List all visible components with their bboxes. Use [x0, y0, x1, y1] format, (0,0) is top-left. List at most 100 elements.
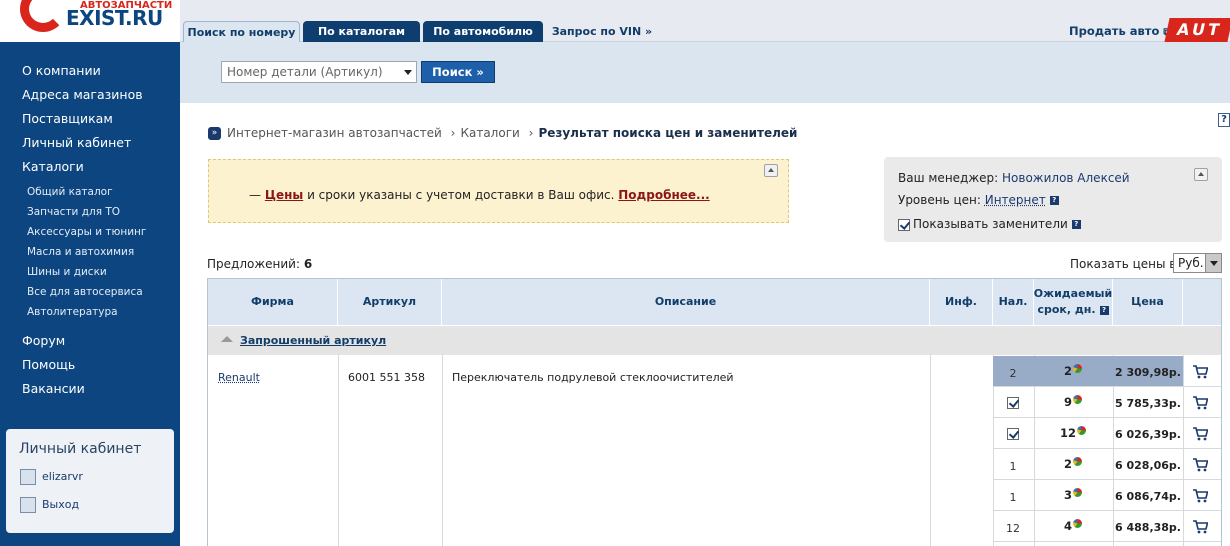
show-substitutes-label: Показывать заменители — [913, 217, 1068, 231]
breadcrumb-separator: › — [450, 126, 456, 140]
add-to-cart-icon[interactable] — [1192, 489, 1208, 503]
offer-price: 2 309,98р. — [1115, 366, 1181, 379]
requested-article-label[interactable]: Запрошенный артикул — [240, 334, 386, 347]
offer-price: 6 086,74р. — [1115, 490, 1181, 503]
column-header-firm: Фирма — [208, 279, 338, 325]
offer-availability: 1 — [1009, 460, 1017, 473]
tab-by-car[interactable]: По автомобилю — [423, 21, 543, 42]
column-divider — [442, 355, 443, 546]
column-divider — [930, 355, 931, 546]
add-to-cart-icon[interactable] — [1192, 520, 1208, 534]
sell-car-label: Продать авто — [1069, 24, 1160, 38]
top-navigation: Поиск по номеру По каталогам По автомоби… — [180, 0, 1230, 42]
price-level-link[interactable]: Интернет — [985, 193, 1046, 207]
currency-select-value: Руб. — [1178, 256, 1204, 270]
add-to-cart-icon[interactable] — [1192, 458, 1208, 472]
currency-select[interactable]: Руб. — [1173, 253, 1222, 273]
logo[interactable]: АВТОЗАПЧАСТИ EXIST.RU — [0, 0, 180, 42]
column-divider — [338, 355, 339, 546]
breadcrumb-separator: › — [528, 126, 534, 140]
price-level-label: Уровень цен: — [898, 193, 985, 207]
breadcrumb-catalogs[interactable]: Каталоги — [460, 126, 519, 140]
show-prices-label: Показать цены в — [1070, 257, 1177, 271]
offer-price: 6 028,06р. — [1115, 459, 1181, 472]
breadcrumb-home[interactable]: Интернет-магазин автозапчастей — [227, 126, 442, 140]
tab-search-by-number[interactable]: Поиск по номеру — [183, 21, 300, 42]
delivery-stats-pie-icon[interactable] — [1073, 519, 1082, 528]
chevron-down-icon — [1205, 254, 1221, 272]
offer-price: 5 785,33р. — [1115, 397, 1181, 410]
offer-days-value: 9 — [1063, 395, 1072, 409]
sidebar-item-about[interactable]: О компании — [22, 63, 101, 78]
breadcrumb-current: Результат поиска цен и заменителей — [538, 126, 798, 140]
auto-banner[interactable]: AUT — [1164, 18, 1230, 42]
offer-row-divider — [993, 479, 1221, 480]
offers-label: Предложений: — [207, 257, 304, 271]
sidebar-item-forum[interactable]: Форум — [22, 333, 65, 348]
delivery-stats-pie-icon[interactable] — [1073, 488, 1082, 497]
gear-logo-icon — [20, 0, 66, 32]
search-button[interactable]: Поиск » — [421, 61, 495, 83]
sidebar-subitem-literature[interactable]: Автолитература — [27, 306, 118, 318]
help-icon[interactable]: ? — [1099, 305, 1109, 315]
add-to-cart-icon[interactable] — [1192, 427, 1208, 441]
column-header-expected-days: Ожидаемый срок, дн.? — [1034, 279, 1113, 325]
offer-row-divider — [993, 417, 1221, 418]
sell-car-link[interactable]: Продать авто ⧉ — [1069, 24, 1171, 38]
delivery-stats-pie-icon[interactable] — [1073, 395, 1082, 404]
delivery-stats-pie-icon[interactable] — [1073, 457, 1082, 466]
sidebar-item-help[interactable]: Помощь — [22, 357, 75, 372]
sidebar-item-vacancies[interactable]: Вакансии — [22, 381, 85, 396]
column-header-cart — [1183, 279, 1221, 325]
delivery-stats-pie-icon[interactable] — [1073, 364, 1082, 373]
show-substitutes-checkbox[interactable] — [898, 218, 910, 231]
offer-days-value: 2 — [1063, 457, 1072, 471]
offer-select-checkbox[interactable] — [1007, 428, 1019, 440]
help-icon[interactable]: ? — [1218, 113, 1230, 127]
account-box: Личный кабинет elizarvr Выход — [6, 429, 174, 533]
column-divider — [1183, 355, 1184, 546]
manager-panel: Ваш менеджер: Новожилов Алексей Уровень … — [884, 157, 1222, 242]
column-header-description: Описание — [442, 279, 930, 325]
column-header-info: Инф. — [930, 279, 993, 325]
column-header-article: Артикул — [338, 279, 442, 325]
account-user-link[interactable]: elizarvr — [20, 469, 83, 485]
sidebar-subitem-service[interactable]: Все для автосервиса — [27, 286, 143, 298]
prices-link[interactable]: Цены — [265, 188, 303, 202]
offer-expected-days: 12 — [1034, 426, 1112, 440]
sidebar-item-stores[interactable]: Адреса магазинов — [22, 87, 143, 102]
part-number-select[interactable]: Номер детали (Артикул) — [221, 61, 417, 83]
offer-row-divider — [993, 448, 1221, 449]
collapse-triangle-icon[interactable] — [221, 336, 233, 342]
help-icon[interactable]: ? — [1071, 220, 1081, 229]
sidebar-item-catalogs[interactable]: Каталоги — [22, 159, 84, 174]
manager-name-link[interactable]: Новожилов Алексей — [1002, 171, 1130, 185]
notice-text: — Цены и сроки указаны с учетом доставки… — [249, 188, 710, 202]
delivery-stats-pie-icon[interactable] — [1077, 426, 1086, 435]
offers-count: Предложений: 6 — [207, 257, 312, 271]
collapse-icon[interactable] — [1194, 168, 1208, 181]
manager-line: Ваш менеджер: Новожилов Алексей — [898, 171, 1130, 185]
offer-select-checkbox[interactable] — [1007, 397, 1019, 409]
requested-article-group[interactable]: Запрошенный артикул — [208, 326, 1221, 355]
manager-label: Ваш менеджер: — [898, 171, 1003, 185]
offer-days-value: 12 — [1059, 426, 1076, 440]
more-link[interactable]: Подробнее... — [618, 188, 709, 202]
sidebar-subitem-oils[interactable]: Масла и автохимия — [27, 246, 134, 258]
sidebar-item-account[interactable]: Личный кабинет — [22, 135, 131, 150]
logout-link[interactable]: Выход — [20, 497, 79, 513]
tab-vin-request[interactable]: Запрос по VIN » — [547, 21, 657, 42]
sidebar-subitem-tires[interactable]: Шины и диски — [27, 266, 107, 278]
tab-catalogs[interactable]: По каталогам — [303, 21, 420, 42]
offer-price: 6 026,39р. — [1115, 428, 1181, 441]
offer-row-divider — [993, 510, 1221, 511]
add-to-cart-icon[interactable] — [1192, 396, 1208, 410]
add-to-cart-icon[interactable] — [1192, 365, 1208, 379]
collapse-icon[interactable] — [764, 164, 778, 177]
sidebar-item-suppliers[interactable]: Поставщикам — [22, 111, 113, 126]
sidebar-subitem-maintenance-parts[interactable]: Запчасти для ТО — [27, 206, 120, 218]
sidebar-subitem-accessories[interactable]: Аксессуары и тюнинг — [27, 226, 146, 238]
help-icon[interactable]: ? — [1049, 196, 1059, 205]
sidebar-subitem-general-catalog[interactable]: Общий каталог — [27, 186, 113, 198]
firm-link[interactable]: Renault — [218, 371, 260, 384]
